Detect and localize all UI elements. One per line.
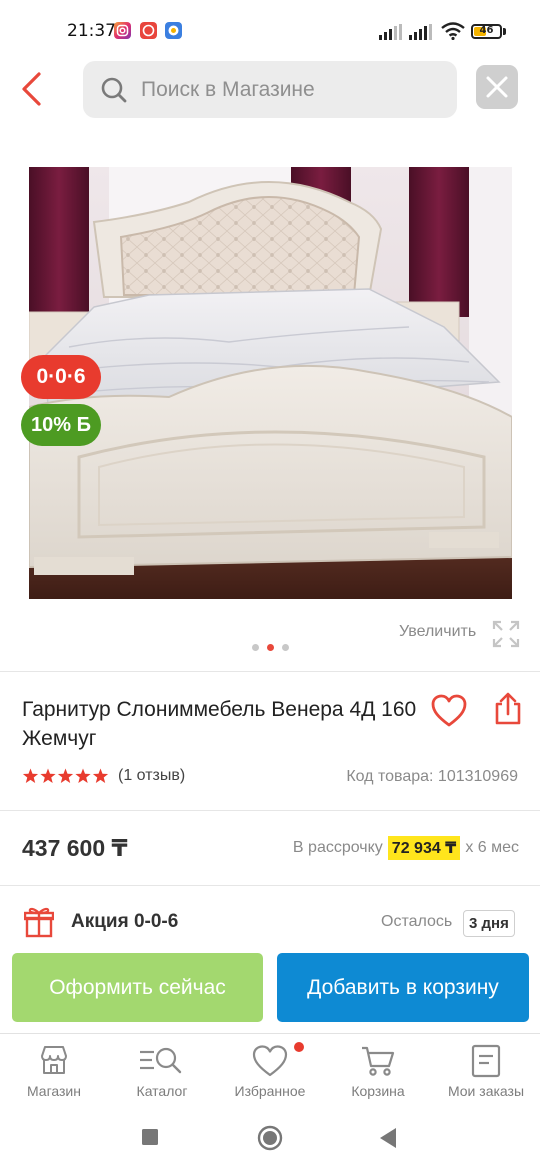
- wifi-icon: [441, 22, 465, 40]
- share-icon: [495, 692, 521, 725]
- gallery-dots: [252, 644, 292, 652]
- reviews-link[interactable]: (1 отзыв): [118, 767, 185, 785]
- signal-icon: [379, 24, 402, 40]
- back-button[interactable]: [14, 66, 54, 112]
- chevron-left-icon: [22, 72, 41, 106]
- back-nav-icon[interactable]: [378, 1127, 398, 1149]
- bonus-badge: 10% Б: [21, 404, 101, 446]
- promo-label: Акция 0-0-6: [71, 911, 179, 932]
- expand-icon[interactable]: [492, 620, 520, 648]
- tab-label: Каталог: [136, 1083, 188, 1099]
- divider: [0, 810, 540, 811]
- add-to-cart-button[interactable]: Добавить в корзину: [277, 953, 529, 1022]
- gallery-dot[interactable]: [252, 644, 259, 651]
- app-icon: [140, 22, 157, 39]
- orders-icon: [471, 1044, 501, 1078]
- cart-icon: [362, 1046, 395, 1076]
- installment-prefix: В рассрочку: [292, 839, 383, 856]
- status-time: 21:37: [67, 21, 116, 41]
- recents-icon[interactable]: [141, 1128, 159, 1146]
- share-button[interactable]: [494, 692, 522, 726]
- heart-icon: [431, 694, 467, 727]
- heart-icon: [252, 1045, 288, 1077]
- installment-info: В рассрочку 72 934 ₸ х 6 мес: [293, 836, 519, 860]
- divider: [0, 671, 540, 672]
- search-input[interactable]: [141, 61, 441, 118]
- status-bar: 21:37 46: [0, 0, 540, 62]
- catalog-search-icon: [140, 1047, 182, 1074]
- bottom-tabbar: Магазин Каталог Избранное Корзина Мои за…: [0, 1033, 540, 1108]
- sku: Код товара: 101310969: [346, 768, 518, 785]
- battery-level: 46: [479, 25, 494, 36]
- close-icon: [486, 76, 508, 98]
- system-navigation: [0, 1108, 540, 1170]
- gallery-dot[interactable]: [267, 644, 274, 651]
- gift-icon: [24, 907, 54, 938]
- star-icon: [57, 768, 74, 783]
- buy-now-button[interactable]: Оформить сейчас: [12, 953, 263, 1022]
- star-icon: [22, 768, 39, 783]
- tab-favorites[interactable]: Избранное: [216, 1034, 324, 1109]
- days-remaining: 3 дня: [463, 910, 515, 937]
- installment-amount: 72 934 ₸: [387, 836, 461, 860]
- divider: [0, 885, 540, 886]
- star-icon: [92, 768, 109, 783]
- installment-suffix: х 6 мес: [465, 839, 519, 856]
- rating-stars: [22, 768, 109, 783]
- remaining-label: Осталось: [381, 913, 453, 930]
- tab-label: Корзина: [351, 1083, 405, 1099]
- search-icon: [101, 77, 127, 103]
- store-icon: [41, 1046, 67, 1074]
- tab-label: Магазин: [26, 1083, 81, 1099]
- tab-label: Избранное: [234, 1083, 306, 1099]
- battery-tip: [503, 28, 506, 35]
- home-icon[interactable]: [256, 1124, 284, 1152]
- tab-label: Мои заказы: [447, 1083, 525, 1099]
- favorite-button[interactable]: [430, 693, 468, 729]
- star-icon: [40, 768, 56, 783]
- instagram-icon: [114, 22, 131, 39]
- bed-photo: [29, 167, 512, 599]
- battery-icon: 46: [471, 24, 502, 39]
- installment-badge: 0·0·6: [21, 355, 101, 399]
- product-title: Гарнитур Слониммебель Венера 4Д 160 Жемч…: [22, 698, 417, 750]
- zoom-link[interactable]: Увеличить: [399, 623, 476, 647]
- close-button[interactable]: [476, 65, 518, 109]
- tab-orders[interactable]: Мои заказы: [432, 1034, 540, 1109]
- tab-cart[interactable]: Корзина: [324, 1034, 432, 1109]
- gallery-dot[interactable]: [282, 644, 289, 651]
- product-image[interactable]: [29, 167, 512, 599]
- search-box[interactable]: [83, 61, 457, 118]
- notification-dot: [294, 1042, 304, 1052]
- app-icon: [165, 22, 182, 39]
- tab-store[interactable]: Магазин: [0, 1034, 108, 1109]
- price: 437 600 ₸: [22, 835, 128, 861]
- star-icon: [75, 768, 91, 783]
- signal-icon: [409, 24, 432, 40]
- tab-catalog[interactable]: Каталог: [108, 1034, 216, 1109]
